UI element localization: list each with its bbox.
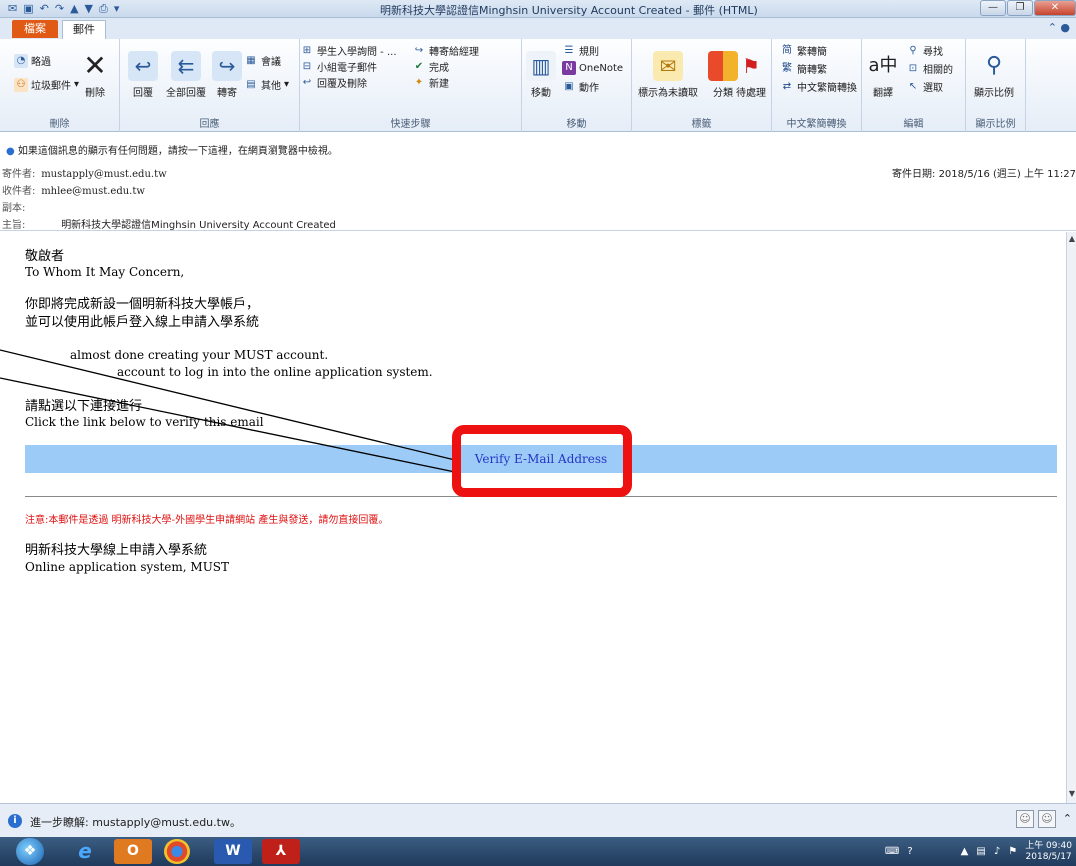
highlight-box	[452, 425, 632, 497]
system-tray: ⌨ ? ▲ ▤ ♪ ⚑ 上午 09:40 2018/5/17	[885, 839, 1072, 864]
ie-icon[interactable]: e	[66, 839, 104, 864]
show-hidden-icon[interactable]: ▲	[961, 846, 969, 857]
action-center-icon[interactable]: ⚑	[1008, 846, 1017, 857]
contact-photo-icon[interactable]: ☺	[1038, 810, 1056, 828]
vertical-scrollbar[interactable]: ▲ ▼	[1066, 232, 1076, 803]
scroll-down-icon[interactable]: ▼	[1067, 789, 1076, 801]
people-pane: i 進一步瞭解: mustapply@must.edu.tw。 ☺ ☺ ⌃	[0, 803, 1076, 837]
people-pane-text[interactable]: 進一步瞭解: mustapply@must.edu.tw。	[30, 814, 241, 830]
acrobat-icon[interactable]: ⅄	[262, 839, 300, 864]
callout-line-lower	[0, 377, 456, 473]
taskbar: ❖ e O W ⅄ ⌨ ? ▲ ▤ ♪ ⚑ 上午 09:40 2018/5/17	[0, 837, 1076, 866]
start-button[interactable]: ❖	[16, 838, 44, 865]
keyboard-icon[interactable]: ⌨	[885, 846, 899, 857]
outlook-icon[interactable]: O	[114, 839, 152, 864]
network-icon[interactable]: ▤	[976, 846, 985, 857]
volume-icon[interactable]: ♪	[994, 846, 1000, 857]
expand-icon[interactable]: ⌃	[1063, 812, 1072, 825]
help-tray-icon[interactable]: ?	[907, 846, 912, 857]
info-circle-icon: i	[8, 814, 22, 828]
clock[interactable]: 上午 09:40 2018/5/17	[1025, 841, 1072, 863]
callout-line-upper	[0, 349, 456, 461]
chrome-icon[interactable]	[164, 839, 190, 864]
scroll-up-icon[interactable]: ▲	[1067, 234, 1076, 246]
word-icon[interactable]: W	[214, 839, 252, 864]
contact-icon[interactable]: ☺	[1016, 810, 1034, 828]
